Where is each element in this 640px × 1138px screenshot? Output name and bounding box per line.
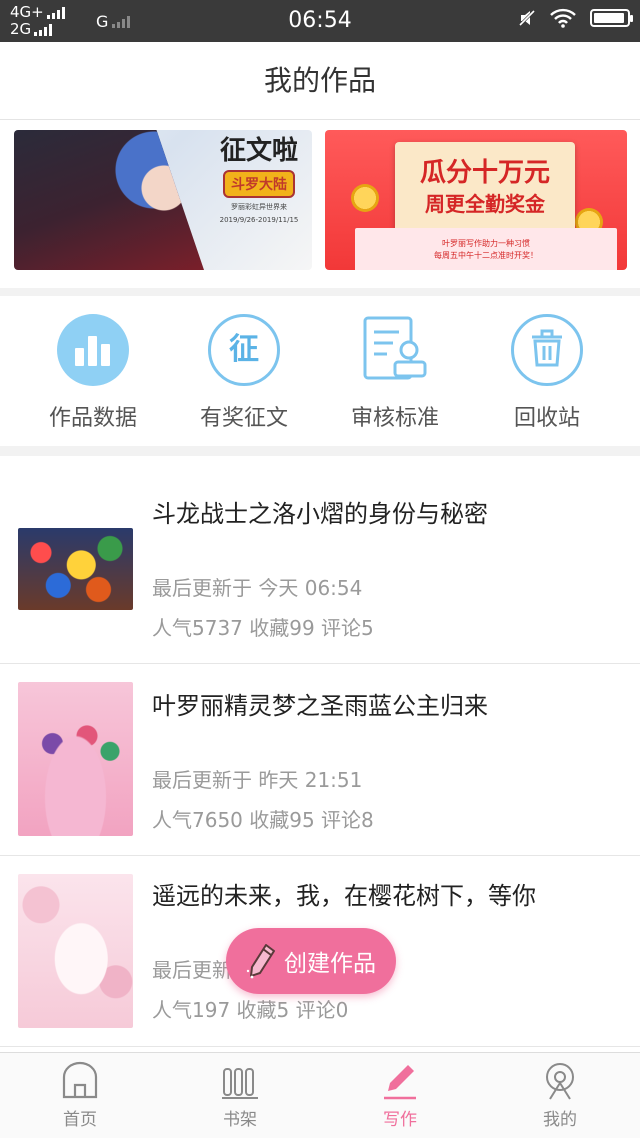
create-work-label: 创建作品 [284,951,376,977]
banner-bonus[interactable]: 瓜分十万元 周更全勤奖金 叶罗丽写作助力一种习惯 每周五中午十二点准时开奖！ [325,130,627,270]
bottom-tab-bar: 首页 书架 写作 我的 [0,1052,640,1138]
banner-subheadline: 周更全勤奖金 [425,192,545,216]
banner-dates: 2019/9/26-2019/11/15 [219,216,299,224]
mute-icon [518,9,536,27]
home-icon [62,1061,98,1099]
bonus-card: 瓜分十万元 周更全勤奖金 叶罗丽写作助力一种习惯 每周五中午十二点准时开奖！ [355,142,617,270]
work-cover-image [18,874,133,1028]
tool-trash[interactable]: 回收站 [472,314,622,432]
list-item[interactable]: 叶罗丽精灵梦之圣雨蓝公主归来 最后更新于 昨天 21:51 人气7650 收藏9… [0,664,640,856]
battery-icon [590,9,633,27]
work-stats: 人气197 收藏5 评论0 [152,998,349,1022]
trash-icon [511,314,583,386]
pencil-icon [246,944,275,979]
coin-icon [351,184,379,212]
banner-contest[interactable]: 征文啦 斗罗大陆 罗丽彩虹异世界来 2019/9/26-2019/11/15 [14,130,312,270]
tab-write[interactable]: 写作 [320,1061,480,1130]
work-updated: 最后更新于 今天 06:54 [152,576,363,600]
tab-label: 写作 [383,1110,417,1130]
work-stats: 人气5737 收藏99 评论5 [152,616,374,640]
tab-label: 首页 [63,1110,97,1130]
contest-icon: 征 [208,314,280,386]
tool-review-standard[interactable]: 审核标准 [320,314,470,432]
work-updated: 最后更新于 昨天 21:51 [152,768,363,792]
work-title: 遥远的未来，我，在樱花树下，等你 [152,882,536,910]
banner-tagline: 罗丽彩虹异世界来 [231,203,287,211]
tab-label: 我的 [543,1110,577,1130]
bookshelf-icon [222,1068,258,1099]
create-work-button[interactable]: 创建作品 [226,928,396,994]
tool-work-data[interactable]: 作品数据 [18,314,168,432]
tool-label: 有奖征文 [199,406,288,431]
envelope: 叶罗丽写作助力一种习惯 每周五中午十二点准时开奖！ [355,228,617,270]
banner-headline: 瓜分十万元 [419,158,550,188]
tab-bookshelf[interactable]: 书架 [160,1061,320,1130]
tool-grid: 作品数据 征 有奖征文 审核标准 回收站 [0,296,640,446]
banner-line-1: 叶罗丽写作助力一种习惯 [442,239,530,248]
banner-character-art [14,130,204,270]
banner-carousel: 征文啦 斗罗大陆 罗丽彩虹异世界来 2019/9/26-2019/11/15 瓜… [0,120,640,288]
tab-label: 书架 [223,1110,257,1130]
profile-icon [546,1063,574,1100]
work-title: 斗龙战士之洛小熠的身份与秘密 [152,500,488,528]
tool-label: 审核标准 [350,406,439,431]
tool-label: 回收站 [513,406,580,431]
work-stats: 人气7650 收藏95 评论8 [152,808,374,832]
list-item[interactable]: 斗龙战士之洛小熠的身份与秘密 最后更新于 今天 06:54 人气5737 收藏9… [0,456,640,664]
wifi-icon [550,8,576,28]
status-bar: 4G+ 2G G 06:54 [0,0,640,42]
write-icon [384,1065,416,1100]
banner-logo-text: 斗罗大陆 [223,170,295,198]
tool-contest[interactable]: 征 有奖征文 [169,314,319,432]
review-standard-icon [359,314,431,386]
work-title: 叶罗丽精灵梦之圣雨蓝公主归来 [152,692,488,720]
tab-profile[interactable]: 我的 [480,1061,640,1130]
page-title: 我的作品 [0,42,640,120]
banner-headline: 征文啦 [219,136,298,166]
banner-line-2: 每周五中午十二点准时开奖！ [434,251,538,260]
tool-label: 作品数据 [48,406,137,431]
bar-chart-icon [57,314,129,386]
work-cover-image [18,528,133,610]
work-cover-image [18,682,133,836]
tab-home[interactable]: 首页 [0,1061,160,1130]
